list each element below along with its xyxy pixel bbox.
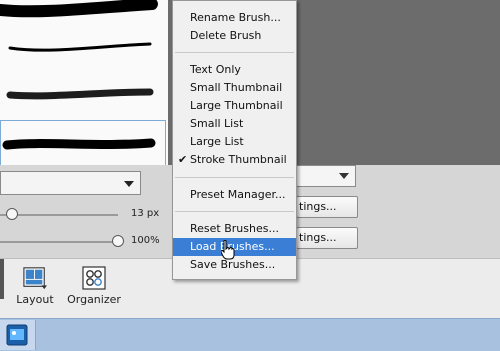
menu-item-stroke-thumbnail[interactable]: ✔ Stroke Thumbnail bbox=[173, 151, 296, 169]
organizer-button[interactable]: Organizer bbox=[66, 266, 122, 306]
menu-item-reset-brushes[interactable]: Reset Brushes... bbox=[173, 220, 296, 238]
layout-button[interactable]: Layout bbox=[14, 266, 56, 306]
mode-dropdown[interactable] bbox=[296, 165, 356, 187]
menu-item-delete-brush[interactable]: Delete Brush bbox=[173, 27, 296, 45]
brush-picker-dropdown[interactable] bbox=[0, 171, 141, 195]
menu-item-large-list[interactable]: Large List bbox=[173, 133, 296, 151]
brush-stroke-thin bbox=[8, 42, 152, 52]
opacity-slider-track[interactable] bbox=[0, 241, 118, 243]
size-slider-thumb[interactable] bbox=[6, 208, 18, 220]
menu-item-large-thumbnail[interactable]: Large Thumbnail bbox=[173, 97, 296, 115]
chevron-down-icon bbox=[339, 173, 349, 179]
opacity-slider-thumb[interactable] bbox=[112, 235, 124, 247]
brush-stroke-soft bbox=[6, 88, 154, 100]
organizer-icon bbox=[82, 266, 106, 290]
mouse-pointer-icon bbox=[221, 240, 235, 260]
menu-separator bbox=[175, 52, 294, 53]
brush-options-menu: Rename Brush... Delete Brush Text Only S… bbox=[172, 0, 297, 280]
layout-icon bbox=[23, 267, 47, 290]
brush-settings-button[interactable]: tings... bbox=[296, 196, 358, 218]
layout-label: Layout bbox=[16, 293, 54, 306]
opacity-value: 100% bbox=[131, 235, 160, 246]
taskbar-app-button[interactable] bbox=[0, 320, 36, 350]
brush-stroke-selected bbox=[2, 138, 156, 150]
brush-stroke-large bbox=[0, 0, 158, 18]
menu-separator bbox=[175, 211, 294, 212]
menu-item-rename-brush[interactable]: Rename Brush... bbox=[173, 9, 296, 27]
toolbar-edge bbox=[0, 259, 4, 299]
chevron-down-icon bbox=[124, 181, 134, 187]
checkmark-icon: ✔ bbox=[178, 153, 188, 166]
menu-item-text-only[interactable]: Text Only bbox=[173, 61, 296, 79]
tablet-settings-button[interactable]: tings... bbox=[296, 227, 358, 249]
menu-separator bbox=[175, 177, 294, 178]
taskbar bbox=[0, 318, 500, 351]
size-value: 13 px bbox=[131, 208, 160, 219]
menu-item-preset-manager[interactable]: Preset Manager... bbox=[173, 186, 296, 204]
menu-item-small-list[interactable]: Small List bbox=[173, 115, 296, 133]
menu-item-small-thumbnail[interactable]: Small Thumbnail bbox=[173, 79, 296, 97]
organizer-label: Organizer bbox=[67, 293, 121, 306]
app-icon bbox=[6, 324, 28, 346]
menu-item-stroke-thumbnail-label: Stroke Thumbnail bbox=[190, 153, 287, 166]
selected-brush-thumbnail[interactable] bbox=[0, 120, 166, 166]
